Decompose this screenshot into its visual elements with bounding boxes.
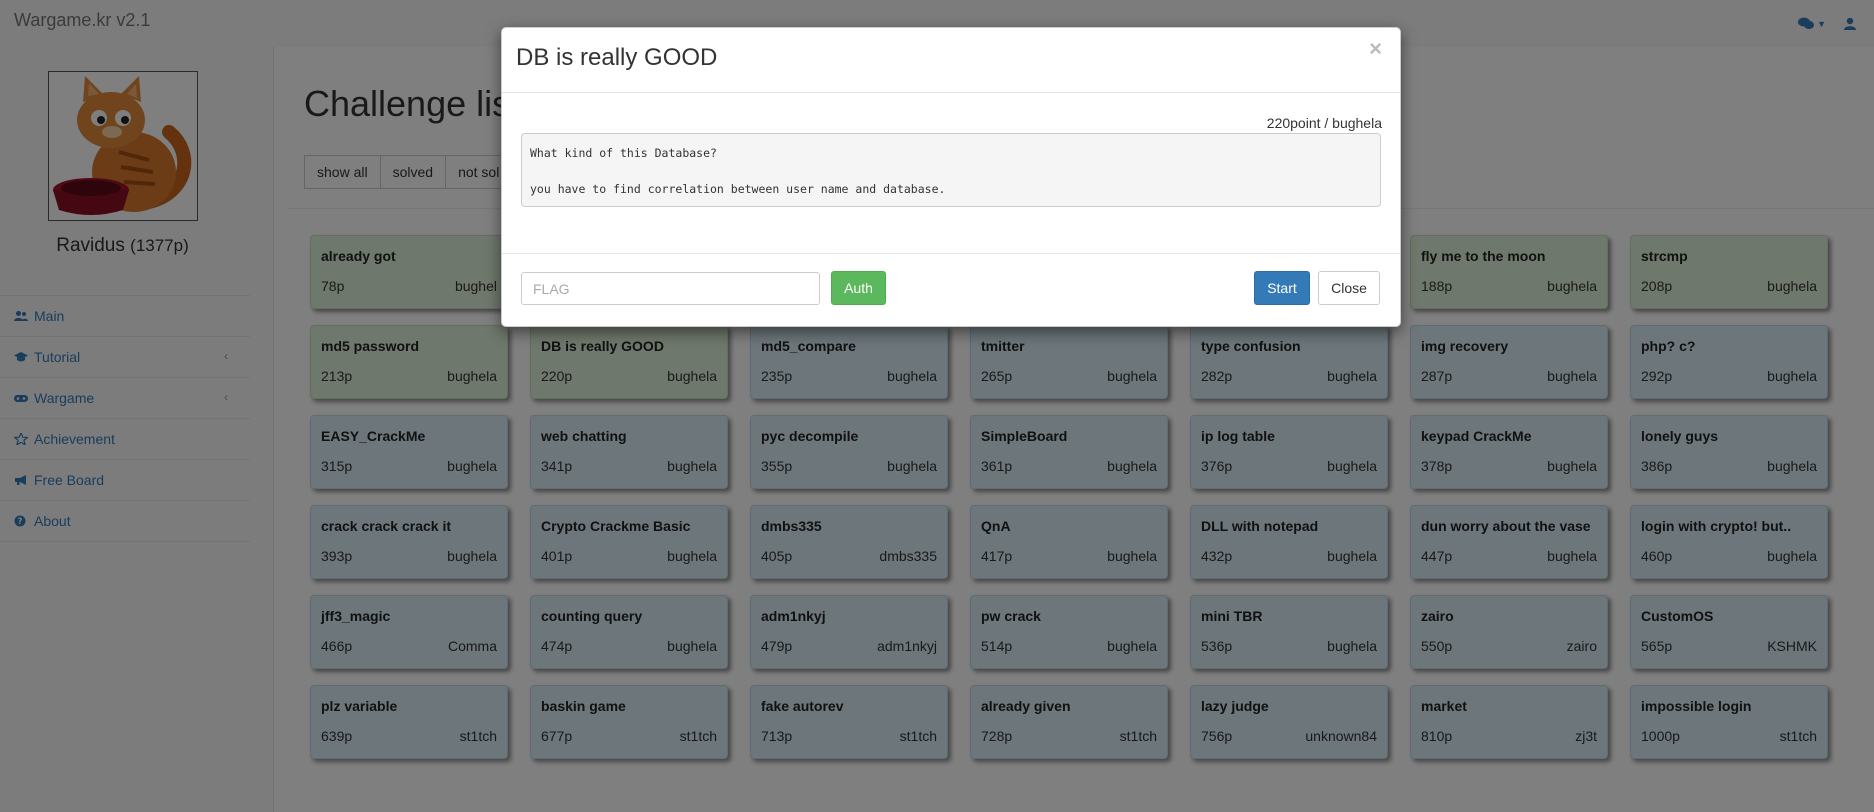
close-button[interactable]: Close xyxy=(1318,271,1380,305)
challenge-modal: DB is really GOOD × 220point / bughela W… xyxy=(501,27,1401,327)
challenge-description: What kind of this Database? you have to … xyxy=(521,133,1381,207)
app: Wargame.kr v2.1 ▼ xyxy=(0,0,1874,812)
modal-footer: Auth Start Close xyxy=(502,253,1400,326)
modal-header: DB is really GOOD × xyxy=(502,28,1400,93)
close-icon[interactable]: × xyxy=(1369,36,1382,62)
auth-button[interactable]: Auth xyxy=(831,271,886,305)
description-line: What kind of this Database? xyxy=(530,146,717,160)
start-button[interactable]: Start xyxy=(1254,271,1310,305)
challenge-points-author: 220point / bughela xyxy=(1266,115,1382,131)
modal-title: DB is really GOOD xyxy=(516,44,718,71)
flag-input[interactable] xyxy=(521,272,820,305)
description-line: you have to find correlation between use… xyxy=(530,182,946,196)
